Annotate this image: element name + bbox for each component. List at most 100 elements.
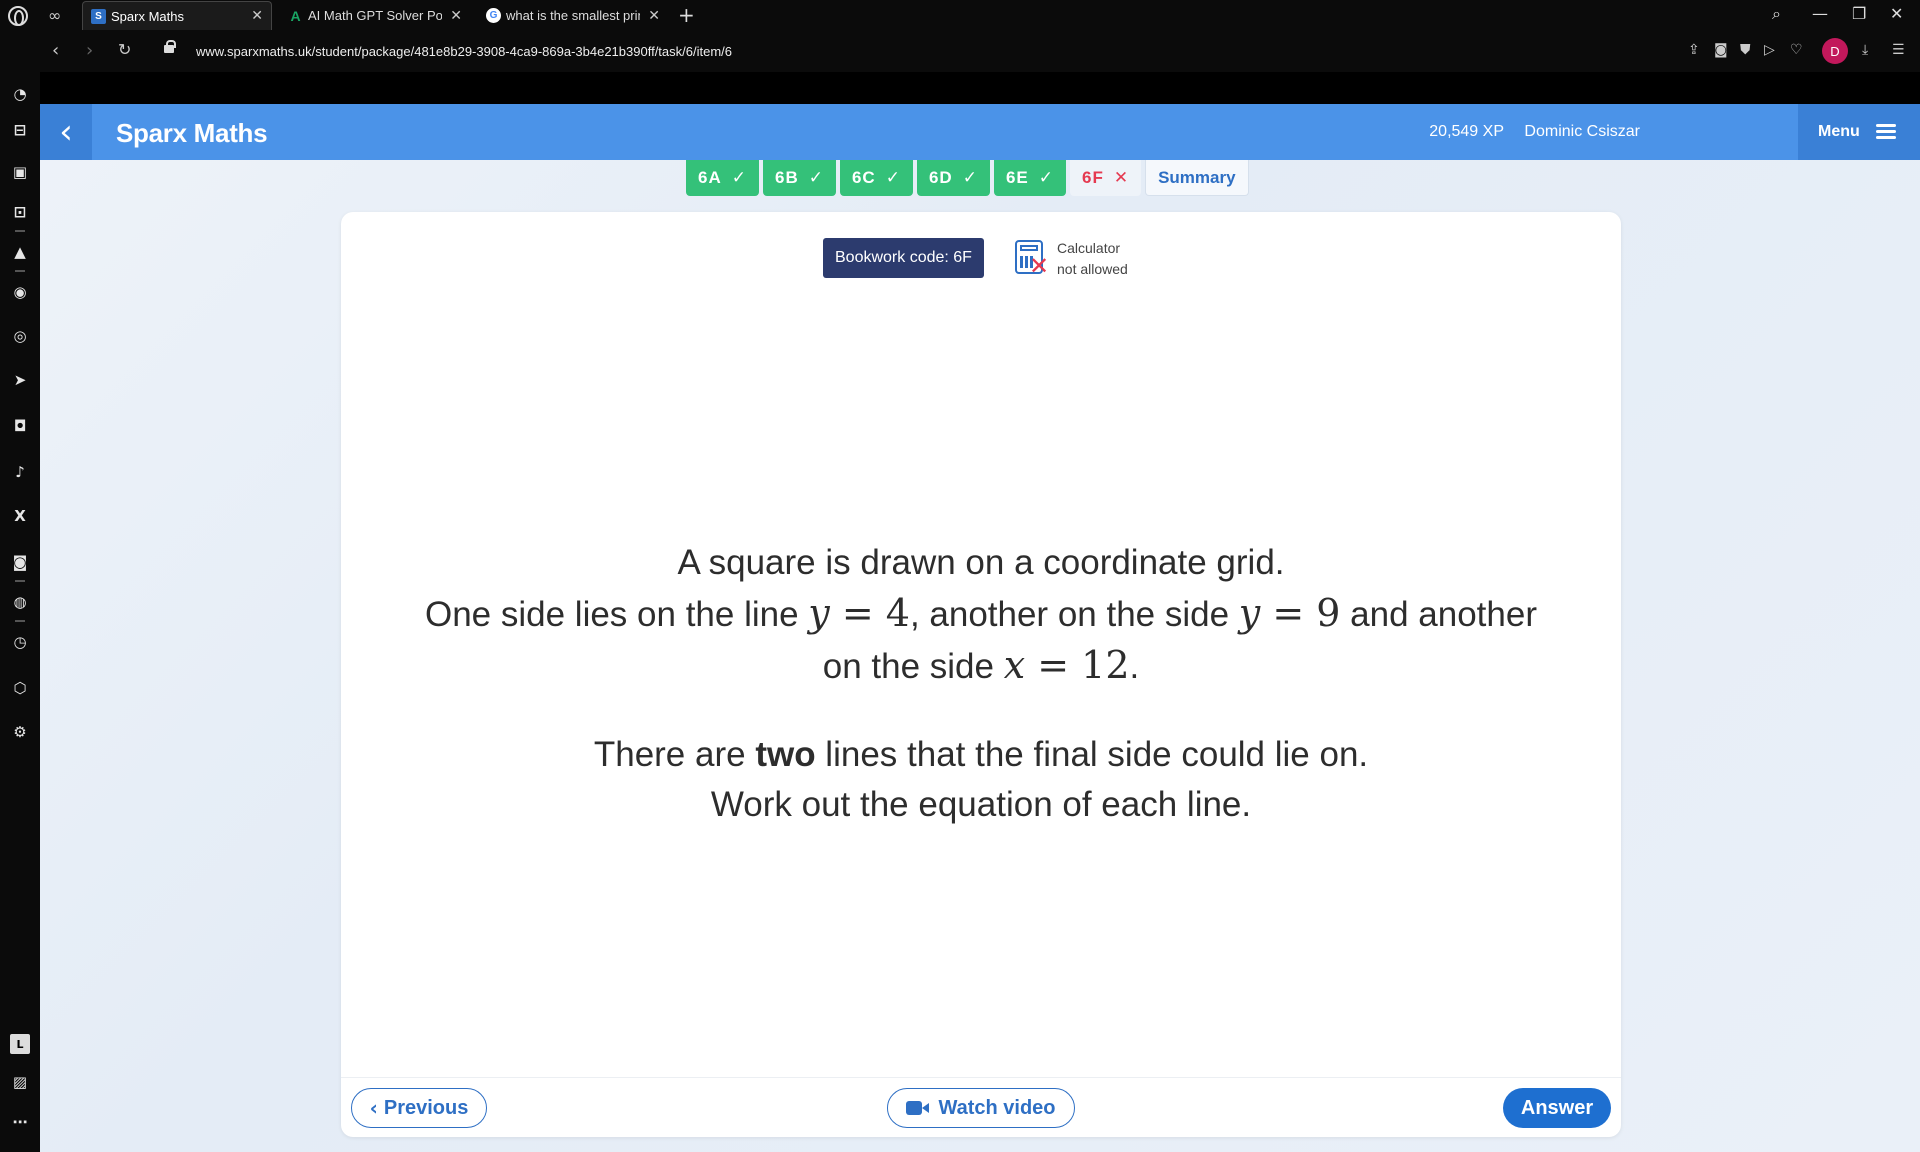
shopping-bag-icon[interactable]: ⊟	[10, 120, 30, 140]
question-line: One side lies on the line y = 4, another…	[424, 591, 1537, 635]
lock-icon[interactable]	[164, 40, 176, 53]
infinity-icon[interactable]: ∞	[48, 6, 61, 25]
google-favicon-icon: G	[486, 8, 501, 23]
twitch-icon[interactable]: ▣	[10, 162, 30, 182]
browser-sidebar: ◔ ⊟ ▣ ⊡ ▲ ◉ ◎ ➤ ◘ ♪ X ◙ ◍ ◷ ⬡ ⚙ L ▨ ⋯	[0, 72, 40, 1152]
sidebar-panel-icon[interactable]: L	[10, 1034, 30, 1054]
download-icon[interactable]: ⤓	[1862, 42, 1868, 58]
tab-6b[interactable]: 6B ✓	[762, 160, 836, 196]
image-gallery-icon[interactable]: ▨	[10, 1072, 30, 1092]
x-twitter-icon[interactable]: X	[10, 506, 30, 526]
card-footer: ‹ Previous Watch video Answer	[341, 1077, 1621, 1137]
tab-label: 6E	[1005, 168, 1029, 187]
ai-chat-icon[interactable]: ⊡	[10, 202, 30, 222]
tab-label: Summary	[1158, 167, 1236, 187]
browser-tab-sparx[interactable]: S Sparx Maths ✕	[82, 1, 272, 30]
tab-summary[interactable]: Summary	[1145, 160, 1249, 196]
previous-label: Previous	[383, 1096, 469, 1119]
menu-button[interactable]: Menu	[1798, 104, 1920, 160]
url-field[interactable]: www.sparxmaths.uk/student/package/481e8b…	[196, 44, 732, 59]
brand-title: Sparx Maths	[116, 118, 268, 148]
reload-icon[interactable]: ↻	[118, 40, 131, 59]
browser-tab-strip: ∞ S Sparx Maths ✕ A AI Math GPT Solver P…	[0, 0, 1920, 30]
sparx-favicon-icon: S	[91, 8, 106, 24]
search-tabs-icon[interactable]: ⌕	[1772, 4, 1781, 24]
ai-math-favicon-icon: A	[290, 7, 301, 24]
calculator-status: Calculator not allowed	[1057, 238, 1128, 280]
browser-tab-google[interactable]: G what is the smallest prime ✕	[478, 1, 668, 30]
check-icon: ✓	[731, 168, 747, 188]
tab-6d[interactable]: 6D ✓	[916, 160, 990, 196]
profile-avatar[interactable]: D	[1822, 38, 1848, 64]
telegram-icon[interactable]: ➤	[10, 370, 30, 390]
back-chevron-icon[interactable]: ‹	[40, 104, 92, 160]
tab-label: 6C	[851, 168, 876, 187]
tab-6f[interactable]: 6F ✕	[1069, 160, 1142, 196]
tab-label: 6B	[774, 168, 799, 187]
messenger-icon[interactable]: ◉	[10, 282, 30, 302]
tiktok-icon[interactable]: ♪	[10, 462, 30, 482]
cross-icon: ✕	[1113, 168, 1130, 188]
question-card: Bookwork code: 6F ✕ Calculator not allow…	[341, 212, 1621, 1137]
heart-icon[interactable]: ♡	[1790, 42, 1803, 58]
tab-label: 6A	[698, 168, 722, 187]
question-line: A square is drawn on a coordinate grid.	[677, 543, 1285, 582]
forward-icon[interactable]: ›	[86, 40, 93, 61]
spotify-icon[interactable]: ◍	[10, 592, 30, 612]
tab-6c[interactable]: 6C ✓	[839, 160, 913, 196]
watch-video-button[interactable]: Watch video	[887, 1088, 1075, 1128]
speed-dial-icon[interactable]: ◔	[10, 84, 30, 104]
question-line: Work out the equation of each line.	[710, 785, 1252, 824]
calculator-not-allowed-icon: ✕	[1015, 240, 1049, 280]
tab-title: Sparx Maths	[111, 8, 184, 24]
history-icon[interactable]: ◷	[10, 632, 30, 652]
close-window-icon[interactable]: ✕	[1890, 4, 1903, 23]
xp-count: 20,549 XP	[1429, 123, 1504, 140]
hamburger-icon	[1875, 124, 1896, 140]
question-text: A square is drawn on a coordinate grid. …	[341, 538, 1621, 830]
sparx-header: ‹ Sparx Maths 20,549 XP Dominic Csiszar …	[40, 104, 1920, 160]
question-line: on the side x = 12.	[822, 643, 1140, 687]
minimize-icon[interactable]: —	[1812, 4, 1828, 23]
calculator-status-label: not allowed	[1057, 261, 1128, 277]
back-icon[interactable]: ‹	[52, 40, 59, 61]
menu-label: Menu	[1818, 123, 1860, 140]
page-content: ‹ Sparx Maths 20,549 XP Dominic Csiszar …	[40, 72, 1920, 1152]
discord-icon[interactable]: ◙	[10, 552, 30, 572]
snapshot-icon[interactable]: ◙	[1714, 42, 1728, 58]
tab-label: 6F	[1081, 168, 1104, 187]
check-icon: ✓	[962, 168, 978, 188]
watch-video-label: Watch video	[938, 1096, 1056, 1119]
tab-label: 6D	[928, 168, 953, 187]
address-bar: ‹ › ↻ www.sparxmaths.uk/student/package/…	[0, 30, 1920, 72]
tab-6a[interactable]: 6A ✓	[686, 160, 759, 196]
easy-setup-icon[interactable]: ☰	[1892, 42, 1905, 58]
aria-icon[interactable]: ▲	[10, 242, 30, 262]
close-tab-icon[interactable]: ✕	[640, 8, 660, 24]
extensions-cube-icon[interactable]: ⬡	[10, 678, 30, 698]
whatsapp-icon[interactable]: ◎	[10, 326, 30, 346]
close-tab-icon[interactable]: ✕	[442, 8, 462, 24]
video-camera-icon	[906, 1100, 930, 1116]
opera-logo-icon[interactable]	[8, 6, 28, 26]
tab-6e[interactable]: 6E ✓	[993, 160, 1066, 196]
share-icon[interactable]: ⇪	[1688, 42, 1700, 58]
chevron-left-icon: ‹	[369, 1096, 378, 1120]
answer-button[interactable]: Answer	[1503, 1088, 1611, 1128]
check-icon: ✓	[808, 168, 824, 188]
shield-icon[interactable]: ⛊	[1740, 42, 1751, 58]
close-tab-icon[interactable]: ✕	[243, 8, 263, 24]
previous-button[interactable]: ‹ Previous	[351, 1088, 487, 1128]
question-line: There are two lines that the final side …	[593, 735, 1369, 774]
more-options-icon[interactable]: ⋯	[10, 1112, 30, 1132]
instagram-icon[interactable]: ◘	[10, 416, 30, 436]
browser-tab-ai-math[interactable]: A AI Math GPT Solver Powere ✕	[280, 1, 470, 30]
send-icon[interactable]: ▷	[1764, 42, 1775, 58]
new-tab-icon[interactable]: +	[678, 3, 695, 27]
check-icon: ✓	[1038, 168, 1054, 188]
restore-icon[interactable]: ❐	[1852, 4, 1866, 23]
bookwork-code-badge[interactable]: Bookwork code: 6F	[823, 238, 984, 278]
settings-gear-icon[interactable]: ⚙	[10, 722, 30, 742]
tab-title: what is the smallest prime	[506, 8, 640, 23]
user-name[interactable]: Dominic Csiszar	[1524, 123, 1640, 141]
